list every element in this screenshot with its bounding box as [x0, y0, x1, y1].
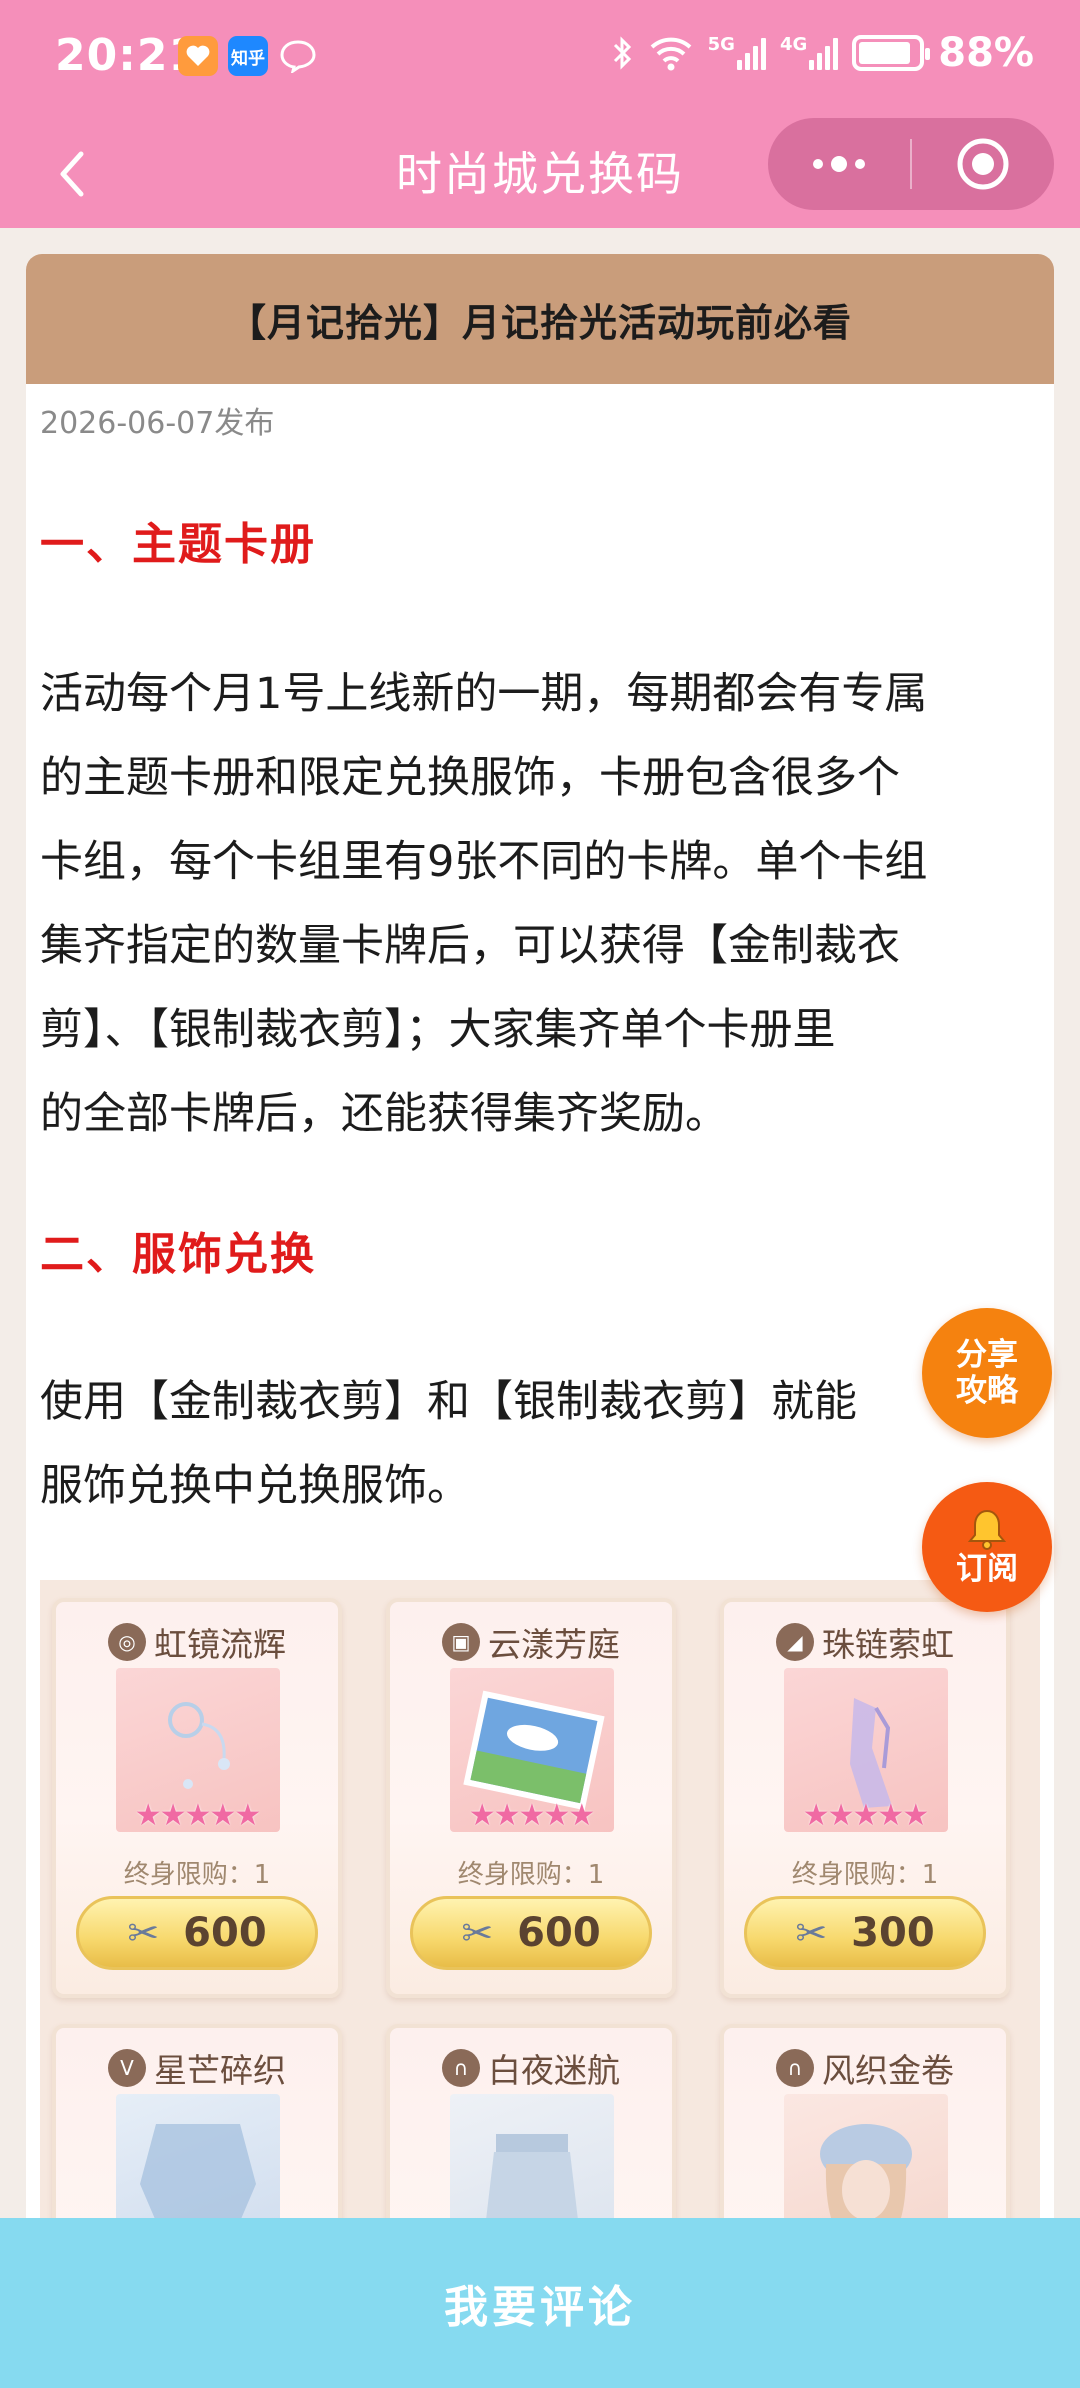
target-circle-icon: [957, 138, 1009, 190]
notification-icons: 知乎: [178, 36, 318, 76]
mini-program-capsule: [768, 118, 1054, 210]
shoes-category-icon: ◢: [776, 1623, 814, 1661]
accessory-category-icon: ◎: [108, 1623, 146, 1661]
item-name: ▣ 云漾芳庭: [390, 1618, 672, 1666]
status-bar: 20:21 知乎 5G 4G 88%: [0, 0, 1080, 120]
comment-button-label: 我要评论: [444, 2282, 636, 2333]
more-dot-icon: [855, 159, 865, 169]
top-category-icon: V: [108, 2049, 146, 2087]
paragraph-line: 的全部卡牌后，还能获得集齐奖励。: [40, 1089, 728, 1139]
section2-paragraph: 使用【金制裁衣剪】和【银制裁衣剪】就能 服饰兑换中兑换服饰。: [40, 1360, 1050, 1528]
close-mini-program-button[interactable]: [912, 118, 1054, 210]
share-guide-button[interactable]: 分享 攻略: [922, 1308, 1052, 1438]
section-title-outfit-exchange: 二、服饰兑换: [40, 1229, 316, 1280]
redeem-button[interactable]: ✂ 600: [410, 1896, 652, 1970]
more-dot-icon: [813, 159, 823, 169]
bell-icon: [967, 1509, 1007, 1550]
section-title-card-album: 一、主题卡册: [40, 519, 316, 570]
status-right: 5G 4G 88%: [612, 30, 1034, 76]
paragraph-line: 服饰兑换中兑换服饰。: [40, 1461, 470, 1511]
bluetooth-icon: [613, 36, 631, 70]
purchase-limit: 终身限购：1: [791, 1860, 939, 1890]
battery-percent: 88%: [938, 30, 1034, 76]
exchange-shop-image: ◎ 虹镜流辉 ★★★★★ 终身限购：1 ✂ 600 ▣ 云漾芳庭 ★★★★★ 终身限购…: [40, 1580, 1040, 2314]
purchase-limit: 终身限购：1: [457, 1860, 605, 1890]
section1-paragraph: 活动每个月1号上线新的一期，每期都会有专属 的主题卡册和限定兑换服饰，卡册包含很…: [40, 652, 1050, 1156]
scissors-icon: ✂: [127, 1911, 160, 1955]
item-name: ◢ 珠链萦虹: [724, 1618, 1006, 1666]
item-name: V 星芒碎织: [56, 2044, 338, 2092]
wifi-icon: [650, 37, 691, 71]
battery-icon: [852, 35, 931, 71]
purchase-limit: 终身限购：1: [123, 1860, 271, 1890]
comment-bar[interactable]: 我要评论: [0, 2218, 1080, 2388]
paragraph-line: 集齐指定的数量卡牌后，可以获得【金制裁衣: [40, 921, 900, 971]
paragraph-line: 卡组，每个卡组里有9张不同的卡牌。单个卡组: [40, 837, 928, 887]
paragraph-line: 的主题卡册和限定兑换服饰，卡册包含很多个: [40, 753, 900, 803]
subscribe-button[interactable]: 订阅: [922, 1482, 1052, 1612]
item-name: ◎ 虹镜流辉: [56, 1618, 338, 1666]
signal-bars-icon: [809, 36, 839, 70]
shop-item-tile: ▣ 云漾芳庭 ★★★★★ 终身限购：1 ✂ 600: [386, 1598, 676, 1998]
scissors-icon: ✂: [461, 1911, 494, 1955]
paragraph-line: 剪】、【银制裁衣剪】；大家集齐单个卡册里: [40, 1005, 836, 1055]
signal-5g: 5G: [708, 36, 766, 70]
item-name: ∩ 白夜迷航: [390, 2044, 672, 2092]
shop-item-tile: ◢ 珠链萦虹 ★★★★★ 终身限购：1 ✂ 300: [720, 1598, 1010, 1998]
heart-app-icon: [178, 36, 218, 76]
more-dot-icon: [831, 156, 847, 172]
item-name: ∩ 风织金卷: [724, 2044, 1006, 2092]
chat-app-icon: [278, 36, 318, 76]
paragraph-line: 活动每个月1号上线新的一期，每期都会有专属: [40, 669, 928, 719]
star-rating: ★★★★★: [468, 1798, 595, 1833]
redeem-button[interactable]: ✂ 300: [744, 1896, 986, 1970]
background-category-icon: ▣: [442, 1623, 480, 1661]
paragraph-line: 使用【金制裁衣剪】和【银制裁衣剪】就能: [40, 1377, 857, 1427]
bottom-category-icon: ∩: [442, 2049, 480, 2087]
zhihu-app-icon: 知乎: [228, 36, 268, 76]
signal-bars-icon: [736, 36, 766, 70]
redeem-button[interactable]: ✂ 600: [76, 1896, 318, 1970]
star-rating: ★★★★★: [802, 1798, 929, 1833]
hair-category-icon: ∩: [776, 2049, 814, 2087]
signal-4g: 4G: [780, 36, 839, 70]
publish-date: 2026-06-07发布: [40, 406, 275, 441]
scissors-icon: ✂: [795, 1911, 828, 1955]
more-button[interactable]: [768, 118, 910, 210]
star-rating: ★★★★★: [134, 1798, 261, 1833]
article-header: 【月记拾光】月记拾光活动玩前必看: [26, 254, 1054, 384]
shop-item-tile: ◎ 虹镜流辉 ★★★★★ 终身限购：1 ✂ 600: [52, 1598, 342, 1998]
article-card: 【月记拾光】月记拾光活动玩前必看 2026-06-07发布 一、主题卡册 活动每…: [26, 254, 1054, 2314]
